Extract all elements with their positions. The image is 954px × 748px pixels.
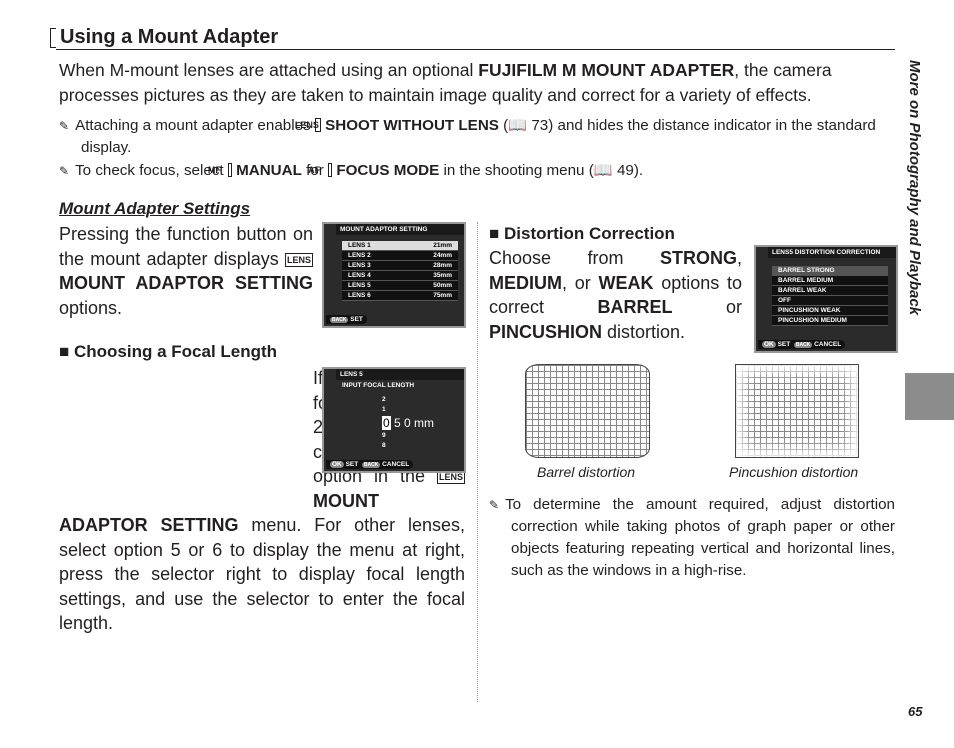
distortion-option[interactable]: OFF <box>772 296 888 306</box>
section-side-label: More on Photography and Playback <box>906 60 923 316</box>
page-number: 65 <box>908 704 923 719</box>
screen-mount-adaptor-setting: MOUNT ADAPTOR SETTING LENS 1 21mm LENS 2 24… <box>322 222 466 328</box>
focal-digit-selected: 0 <box>382 416 391 430</box>
book-icon: 📖 <box>508 117 528 134</box>
screen-input-focal-length: LENS 5 INPUT FOCAL LENGTH 2 1 0 5 0 mm 9… <box>322 367 466 473</box>
left-para-1: Pressing the function button on the moun… <box>59 224 313 318</box>
distortion-option[interactable]: BARREL WEAK <box>772 286 888 296</box>
hint: OK SET BACK CANCEL <box>758 340 846 349</box>
distortion-option[interactable]: BARREL STRONG <box>772 266 888 276</box>
caption-pincushion: Pincushion distortion <box>729 464 859 480</box>
note-1: ✎ Attaching a mount adapter enables LENS … <box>59 117 876 156</box>
af-icon: AF <box>308 163 333 177</box>
lens-row[interactable]: LENS 3 28mm <box>342 261 458 271</box>
chapter-tab <box>905 373 954 420</box>
lens-row[interactable]: LENS 6 75mm <box>342 291 458 301</box>
digit-down2: 8 <box>382 442 386 449</box>
lens-icon: LENS <box>294 118 321 132</box>
screen-title: LENS5 DISTORTION CORRECTION <box>768 247 896 258</box>
hint: OK SET BACK CANCEL <box>326 460 414 469</box>
subheading-distortion: ■ Distortion Correction <box>489 224 675 243</box>
title-rule <box>56 49 895 50</box>
set-hint: BACK SET <box>326 315 367 324</box>
lens-row[interactable]: LENS 2 24mm <box>342 251 458 261</box>
pencil-icon: ✎ <box>489 498 500 512</box>
title-marker <box>50 28 56 48</box>
lens-row[interactable]: LENS 4 35mm <box>342 271 458 281</box>
distortion-option[interactable]: PINCUSHION MEDIUM <box>772 316 888 326</box>
distortion-option[interactable]: PINCUSHION WEAK <box>772 306 888 316</box>
pincushion-distortion-image <box>735 364 859 458</box>
subheading-focal: ■ Choosing a Focal Length <box>59 342 278 361</box>
barrel-distortion-image <box>525 364 650 458</box>
caption-barrel: Barrel distortion <box>537 464 636 480</box>
lens-row[interactable]: LENS 5 50mm <box>342 281 458 291</box>
digit-down1: 9 <box>382 432 386 439</box>
page-title: Using a Mount Adapter <box>60 26 279 48</box>
distortion-option[interactable]: BARREL MEDIUM <box>772 276 888 286</box>
intro-text: When M-mount lenses are attached using a… <box>59 60 832 105</box>
screen-title: LENS 5 <box>336 369 464 380</box>
mf-icon: MF <box>208 163 232 177</box>
screen-title: MOUNT ADAPTOR SETTING <box>336 224 464 235</box>
section-heading: Mount Adapter Settings <box>59 199 251 218</box>
column-divider <box>477 222 478 702</box>
digit-up1: 1 <box>382 406 386 413</box>
pencil-icon: ✎ <box>59 119 70 133</box>
digit-up2: 2 <box>382 396 386 403</box>
distortion-note: ✎ To determine the amount required, adjus… <box>489 496 895 579</box>
input-label: INPUT FOCAL LENGTH <box>342 382 415 389</box>
focal-value: 5 0 mm <box>394 416 435 430</box>
lens-icon: LENS <box>284 252 313 267</box>
screen-distortion-correction: LENS5 DISTORTION CORRECTION BARREL STRON… <box>754 245 898 353</box>
right-para: Choose from STRONG, MEDIUM, or WEAK opti… <box>489 248 742 342</box>
note-2: ✎ To check focus, select MF MANUAL for AF… <box>59 162 644 179</box>
pencil-icon: ✎ <box>59 164 70 178</box>
intro: When M-mount lenses are attached using a… <box>59 58 897 182</box>
book-icon: 📖 <box>593 162 613 179</box>
lens-row[interactable]: LENS 1 21mm <box>342 241 458 251</box>
